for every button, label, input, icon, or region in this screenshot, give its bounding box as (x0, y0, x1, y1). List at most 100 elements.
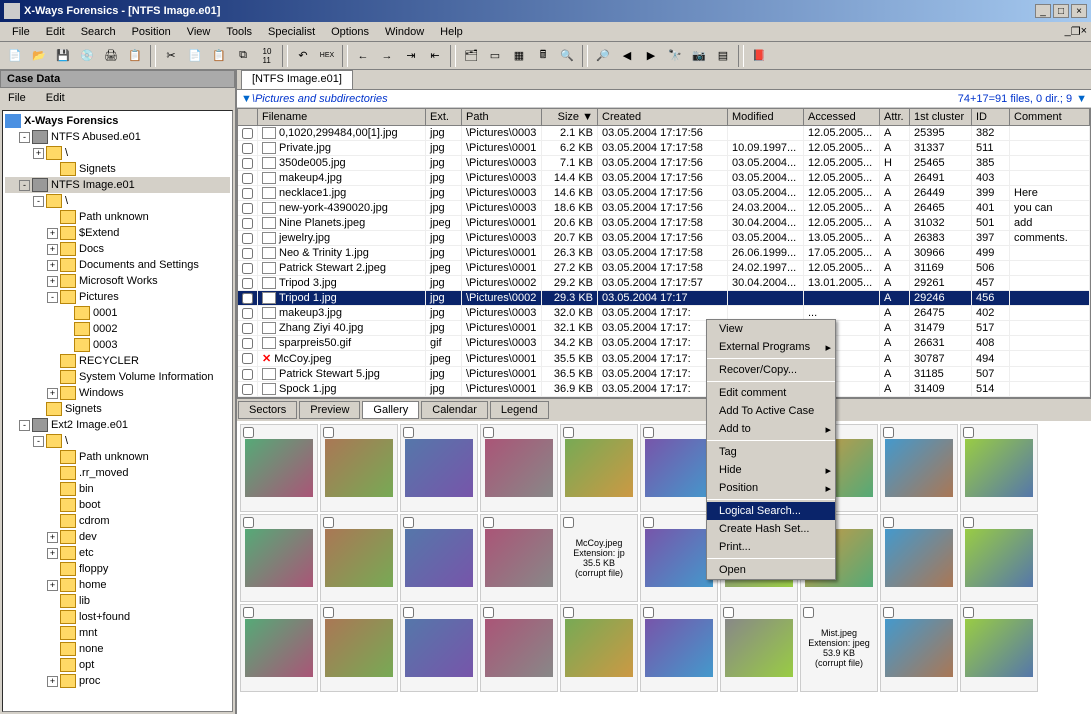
tree-item[interactable]: lost+found (5, 609, 230, 625)
tab-sectors[interactable]: Sectors (238, 401, 297, 419)
minimize-button[interactable]: _ (1035, 4, 1051, 18)
thumbnail[interactable] (480, 604, 558, 692)
table-row[interactable]: Neo & Trinity 1.jpgjpg\Pictures\000126.3… (238, 246, 1090, 261)
thumbnail[interactable] (400, 514, 478, 602)
tree-item[interactable]: +etc (5, 545, 230, 561)
table-row[interactable]: 0,1020,299484,00[1].jpgjpg\Pictures\0003… (238, 126, 1090, 141)
expander-icon[interactable]: + (47, 676, 58, 687)
close-button[interactable]: × (1071, 4, 1087, 18)
tree-item[interactable]: +Docs (5, 241, 230, 257)
list-icon[interactable]: ▤ (712, 45, 734, 67)
thumbnail[interactable] (240, 604, 318, 692)
copy-block-icon[interactable]: ⧉ (232, 45, 254, 67)
menu-options[interactable]: Options (323, 24, 377, 40)
calc-icon[interactable]: 🖩 (532, 45, 554, 67)
paste-icon[interactable]: 📋 (208, 45, 230, 67)
row-checkbox[interactable] (242, 369, 253, 380)
goto-back-icon[interactable]: ← (352, 45, 374, 67)
expander-icon[interactable]: + (47, 532, 58, 543)
thumb-checkbox[interactable] (243, 427, 254, 438)
filter-icon[interactable]: ▼ (241, 93, 252, 105)
table-row[interactable]: Spock 1.jpgjpg\Pictures\000136.9 KB03.05… (238, 382, 1090, 397)
col-modified[interactable]: Modified (728, 109, 804, 125)
expander-icon[interactable]: - (19, 132, 30, 143)
thumbnail[interactable] (560, 604, 638, 692)
tree-view[interactable]: X-Ways Forensics -NTFS Abused.e01+\Signe… (2, 110, 233, 712)
thumb-checkbox[interactable] (803, 607, 814, 618)
properties-icon[interactable]: 📋 (124, 45, 146, 67)
menu-item[interactable]: Print... (707, 538, 835, 556)
tree-item[interactable]: +$Extend (5, 225, 230, 241)
thumbnail[interactable] (320, 424, 398, 512)
thumb-checkbox[interactable] (483, 517, 494, 528)
thumb-checkbox[interactable] (403, 517, 414, 528)
expander-icon[interactable]: + (47, 548, 58, 559)
maximize-button[interactable]: □ (1053, 4, 1069, 18)
thumb-checkbox[interactable] (483, 427, 494, 438)
expander-icon[interactable]: - (33, 196, 44, 207)
menu-item[interactable]: View (707, 320, 835, 338)
col-accessed[interactable]: Accessed (804, 109, 880, 125)
thumbnail[interactable] (960, 514, 1038, 602)
case-menu-edit[interactable]: Edit (42, 90, 69, 106)
row-checkbox[interactable] (242, 173, 253, 184)
table-row[interactable]: 350de005.jpgjpg\Pictures\00037.1 KB03.05… (238, 156, 1090, 171)
filter2-icon[interactable]: ▼ (1076, 93, 1087, 105)
gallery[interactable]: McCoy.jpegExtension: jp35.5 KB(corrupt f… (237, 421, 1091, 714)
goto2-icon[interactable]: ⇤ (424, 45, 446, 67)
thumb-checkbox[interactable] (323, 427, 334, 438)
row-checkbox[interactable] (242, 263, 253, 274)
tree-item[interactable]: cdrom (5, 513, 230, 529)
menu-specialist[interactable]: Specialist (260, 24, 323, 40)
expander-icon[interactable]: - (19, 180, 30, 191)
table-row[interactable]: Tripod 3.jpgjpg\Pictures\000229.2 KB03.0… (238, 276, 1090, 291)
col-comment[interactable]: Comment (1010, 109, 1090, 125)
thumb-checkbox[interactable] (323, 517, 334, 528)
tree-item[interactable]: Signets (5, 161, 230, 177)
tree-item[interactable]: opt (5, 657, 230, 673)
table-row[interactable]: Zhang Ziyi 40.jpgjpg\Pictures\000132.1 K… (238, 321, 1090, 336)
thumbnail[interactable] (320, 514, 398, 602)
thumb-checkbox[interactable] (963, 607, 974, 618)
tree-item[interactable]: +Windows (5, 385, 230, 401)
row-checkbox[interactable] (242, 188, 253, 199)
tree-item[interactable]: +dev (5, 529, 230, 545)
table-row[interactable]: Private.jpgjpg\Pictures\00016.2 KB03.05.… (238, 141, 1090, 156)
row-checkbox[interactable] (242, 308, 253, 319)
tree-item[interactable]: 0002 (5, 321, 230, 337)
table-row[interactable]: Tripod 1.jpgjpg\Pictures\000229.3 KB03.0… (238, 291, 1090, 306)
tree-item[interactable]: +Microsoft Works (5, 273, 230, 289)
tree-item[interactable]: -\ (5, 193, 230, 209)
thumbnail[interactable] (400, 424, 478, 512)
tree-item[interactable]: -NTFS Image.e01 (5, 177, 230, 193)
thumb-checkbox[interactable] (643, 607, 654, 618)
copy-icon[interactable]: 📄 (184, 45, 206, 67)
menu-item[interactable]: Recover/Copy... (707, 361, 835, 379)
col-size[interactable]: Size ▼ (542, 109, 598, 125)
menu-tools[interactable]: Tools (218, 24, 260, 40)
col-path[interactable]: Path (462, 109, 542, 125)
prev-icon[interactable]: ◀ (616, 45, 638, 67)
table-row[interactable]: makeup3.jpgjpg\Pictures\000332.0 KB03.05… (238, 306, 1090, 321)
table-row[interactable]: Patrick Stewart 2.jpegjpeg\Pictures\0001… (238, 261, 1090, 276)
row-checkbox[interactable] (242, 248, 253, 259)
new-icon[interactable]: 📄 (4, 45, 26, 67)
thumb-checkbox[interactable] (723, 607, 734, 618)
thumbnail[interactable] (880, 604, 958, 692)
tree-item[interactable]: -\ (5, 433, 230, 449)
undo-icon[interactable]: ↶ (292, 45, 314, 67)
number-icon[interactable]: 1011 (256, 45, 278, 67)
open-icon[interactable]: 📂 (28, 45, 50, 67)
find-hex-icon[interactable]: 🔎 (592, 45, 614, 67)
cascade-icon[interactable]: ▭ (484, 45, 506, 67)
menu-view[interactable]: View (179, 24, 219, 40)
thumb-checkbox[interactable] (563, 427, 574, 438)
tree-item[interactable]: boot (5, 497, 230, 513)
thumb-checkbox[interactable] (243, 607, 254, 618)
thumbnail[interactable] (880, 514, 958, 602)
menu-window[interactable]: Window (377, 24, 432, 40)
table-row[interactable]: sparpreis50.gifgif\Pictures\000334.2 KB0… (238, 336, 1090, 351)
thumbnail[interactable] (720, 604, 798, 692)
thumb-checkbox[interactable] (883, 607, 894, 618)
col-check[interactable] (238, 109, 258, 125)
